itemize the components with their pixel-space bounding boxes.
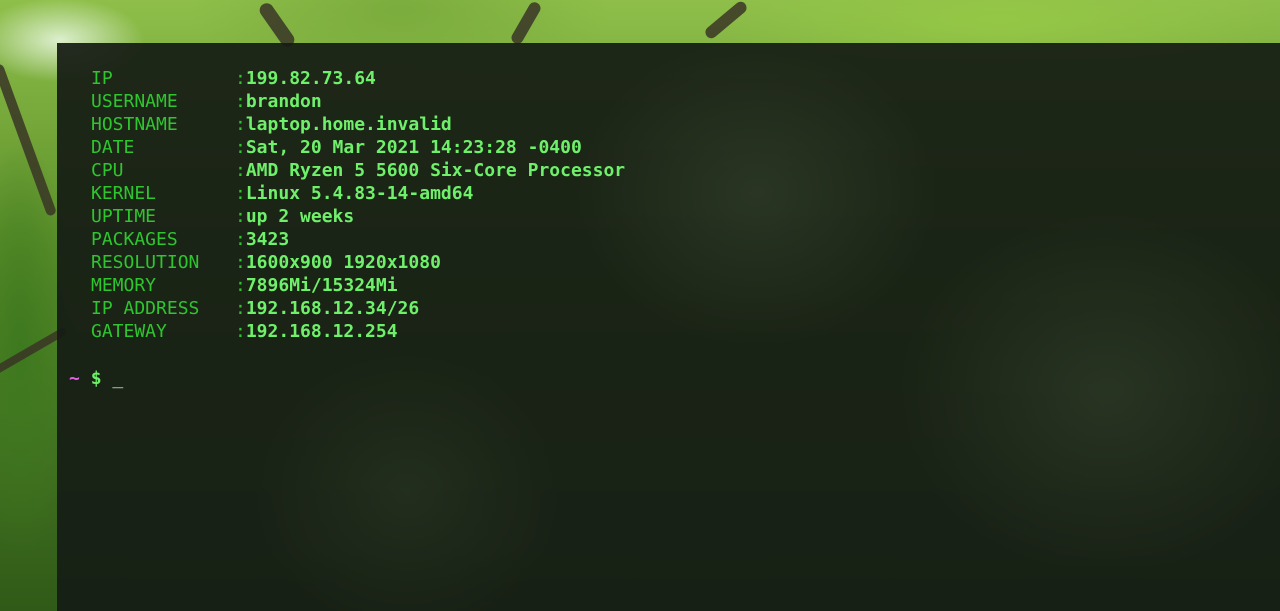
info-row-date: DATE:Sat, 20 Mar 2021 14:23:28 -0400 bbox=[91, 136, 625, 159]
info-separator: : bbox=[235, 114, 246, 135]
info-value: up 2 weeks bbox=[245, 206, 355, 227]
info-key: HOSTNAME bbox=[91, 114, 178, 135]
info-value: AMD Ryzen 5 5600 Six-Core Processor bbox=[245, 160, 626, 181]
info-value: brandon bbox=[245, 91, 322, 112]
tree-branch bbox=[702, 0, 750, 41]
info-row-memory: MEMORY:7896Mi/15324Mi bbox=[91, 274, 625, 297]
info-separator: : bbox=[235, 321, 246, 342]
info-key: UPTIME bbox=[91, 206, 157, 227]
info-separator: : bbox=[235, 91, 246, 112]
info-key: IP bbox=[91, 68, 113, 89]
info-row-ip: IP:199.82.73.64 bbox=[91, 67, 625, 90]
info-row-ip-address: IP ADDRESS:192.168.12.34/26 bbox=[91, 297, 625, 320]
info-row-username: USERNAME:brandon bbox=[91, 90, 625, 113]
info-separator: : bbox=[235, 298, 246, 319]
info-separator: : bbox=[235, 229, 246, 250]
info-separator: : bbox=[235, 183, 246, 204]
info-value: 7896Mi/15324Mi bbox=[245, 275, 398, 296]
info-key: IP ADDRESS bbox=[91, 298, 200, 319]
info-key: PACKAGES bbox=[91, 229, 178, 250]
info-key: GATEWAY bbox=[91, 321, 167, 342]
info-key: DATE bbox=[91, 137, 135, 158]
info-value: 1600x900 1920x1080 bbox=[245, 252, 441, 273]
info-row-packages: PACKAGES:3423 bbox=[91, 228, 625, 251]
prompt-cwd: ~ bbox=[69, 368, 80, 389]
info-value: 192.168.12.254 bbox=[245, 321, 398, 342]
info-key: MEMORY bbox=[91, 275, 157, 296]
info-value: laptop.home.invalid bbox=[245, 114, 452, 135]
info-value: 192.168.12.34/26 bbox=[245, 298, 420, 319]
info-key: USERNAME bbox=[91, 91, 178, 112]
info-value: Sat, 20 Mar 2021 14:23:28 -0400 bbox=[245, 137, 582, 158]
info-value: Linux 5.4.83-14-amd64 bbox=[245, 183, 474, 204]
info-key: RESOLUTION bbox=[91, 252, 200, 273]
info-key: KERNEL bbox=[91, 183, 157, 204]
system-info-list: IP:199.82.73.64 USERNAME:brandon HOSTNAM… bbox=[91, 67, 625, 343]
info-row-cpu: CPU:AMD Ryzen 5 5600 Six-Core Processor bbox=[91, 159, 625, 182]
prompt-symbol: $ bbox=[90, 368, 102, 389]
info-row-hostname: HOSTNAME:laptop.home.invalid bbox=[91, 113, 625, 136]
info-separator: : bbox=[235, 68, 246, 89]
text-cursor[interactable]: _ bbox=[112, 368, 123, 389]
info-row-resolution: RESOLUTION:1600x900 1920x1080 bbox=[91, 251, 625, 274]
shell-prompt[interactable]: ~ $ _ bbox=[69, 367, 123, 390]
tree-branch bbox=[509, 0, 543, 46]
tree-branch bbox=[0, 63, 58, 217]
info-separator: : bbox=[235, 137, 246, 158]
info-key: CPU bbox=[91, 160, 124, 181]
info-separator: : bbox=[235, 206, 246, 227]
info-row-gateway: GATEWAY:192.168.12.254 bbox=[91, 320, 625, 343]
terminal-window[interactable]: IP:199.82.73.64 USERNAME:brandon HOSTNAM… bbox=[57, 43, 1280, 611]
info-value: 3423 bbox=[245, 229, 290, 250]
info-separator: : bbox=[235, 160, 246, 181]
info-row-kernel: KERNEL:Linux 5.4.83-14-amd64 bbox=[91, 182, 625, 205]
info-row-uptime: UPTIME:up 2 weeks bbox=[91, 205, 625, 228]
info-separator: : bbox=[235, 252, 246, 273]
info-value: 199.82.73.64 bbox=[245, 68, 376, 89]
info-separator: : bbox=[235, 275, 246, 296]
